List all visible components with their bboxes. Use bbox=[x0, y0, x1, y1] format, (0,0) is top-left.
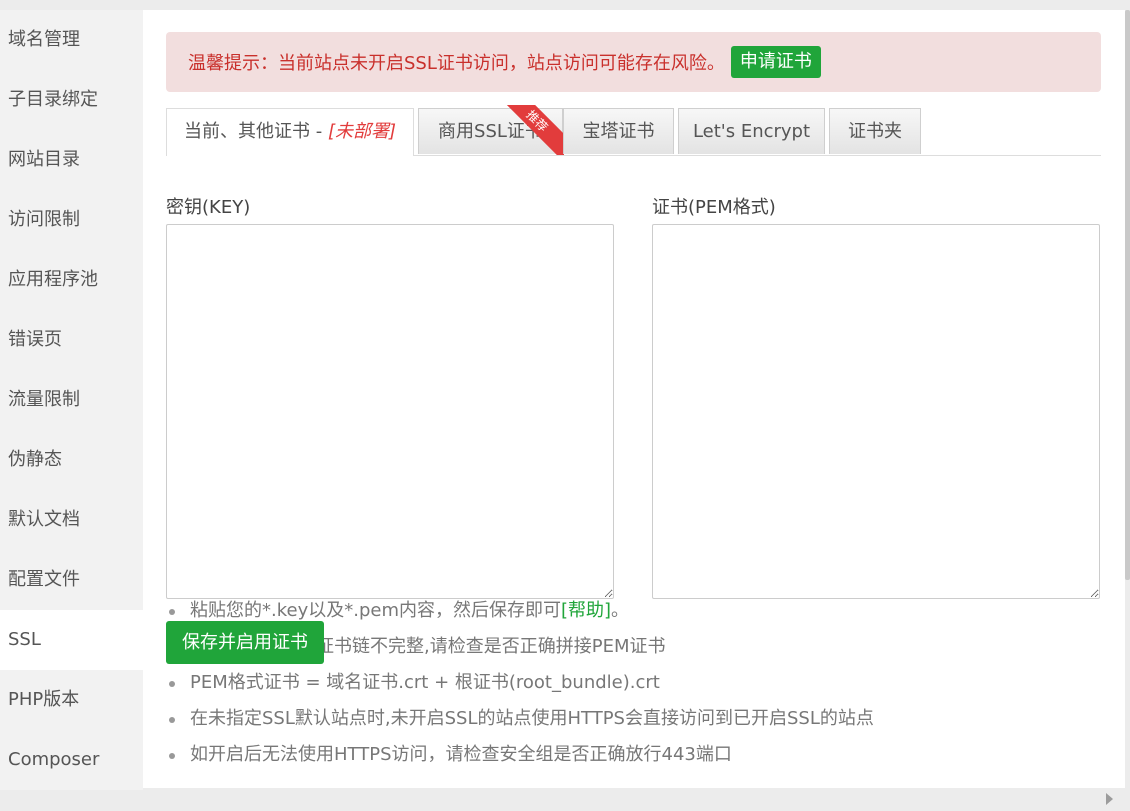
vertical-scrollbar[interactable] bbox=[1125, 10, 1130, 580]
tab-baota-certificate[interactable]: 宝塔证书 bbox=[563, 108, 674, 154]
tip-paste-end: 。 bbox=[611, 600, 630, 621]
ssl-tabs: 当前、其他证书 - [未部署] 商用SSL证书 推荐 宝塔证书 Let's En… bbox=[166, 105, 1101, 156]
tab-lets-encrypt[interactable]: Let's Encrypt bbox=[678, 108, 825, 154]
ssl-tips-list: 粘贴您的*.key以及*.pem内容，然后保存即可[帮助]。 如果浏览器提示证书… bbox=[166, 593, 874, 773]
list-item: 在未指定SSL默认站点时,未开启SSL的站点使用HTTPS会直接访问到已开启SS… bbox=[166, 701, 874, 737]
tab-current-certificate-label: 当前、其他证书 - bbox=[184, 121, 328, 142]
tab-certificate-folder[interactable]: 证书夹 bbox=[829, 108, 921, 154]
sidebar-item-php-version[interactable]: PHP版本 bbox=[0, 670, 143, 730]
help-link[interactable]: [帮助] bbox=[561, 600, 611, 621]
sidebar-item-traffic-limit[interactable]: 流量限制 bbox=[0, 370, 143, 430]
sidebar-item-config-file[interactable]: 配置文件 bbox=[0, 550, 143, 610]
sidebar-item-ssl[interactable]: SSL bbox=[0, 610, 143, 670]
sidebar-item-subdir-binding[interactable]: 子目录绑定 bbox=[0, 70, 143, 130]
cert-label: 证书(PEM格式) bbox=[652, 197, 776, 218]
not-deployed-status: [未部署] bbox=[327, 121, 396, 142]
tab-commercial-ssl[interactable]: 商用SSL证书 推荐 bbox=[418, 105, 564, 155]
cert-textarea[interactable] bbox=[652, 224, 1100, 599]
key-label: 密钥(KEY) bbox=[166, 197, 251, 218]
sidebar-item-access-limit[interactable]: 访问限制 bbox=[0, 190, 143, 250]
tab-commercial-ssl-label: 商用SSL证书 bbox=[438, 121, 543, 142]
sidebar-item-app-pool[interactable]: 应用程序池 bbox=[0, 250, 143, 310]
ssl-panel: 温馨提示：当前站点未开启SSL证书访问，站点访问可能存在风险。 申请证书 当前、… bbox=[143, 10, 1125, 788]
key-textarea[interactable] bbox=[166, 224, 614, 599]
sidebar-item-rewrite[interactable]: 伪静态 bbox=[0, 430, 143, 490]
alert-message: 温馨提示：当前站点未开启SSL证书访问，站点访问可能存在风险。 bbox=[188, 53, 725, 74]
tab-current-certificate[interactable]: 当前、其他证书 - [未部署] bbox=[166, 108, 414, 156]
sidebar-item-site-directory[interactable]: 网站目录 bbox=[0, 130, 143, 190]
scroll-right-arrow-icon[interactable] bbox=[1106, 793, 1113, 805]
sidebar-item-composer[interactable]: Composer bbox=[0, 730, 143, 790]
save-and-enable-button[interactable]: 保存并启用证书 bbox=[166, 621, 324, 664]
list-item: 如开启后无法使用HTTPS访问，请检查安全组是否正确放行443端口 bbox=[166, 737, 874, 773]
sidebar-item-domain[interactable]: 域名管理 bbox=[0, 10, 143, 70]
sidebar-item-error-page[interactable]: 错误页 bbox=[0, 310, 143, 370]
tip-paste-text: 粘贴您的*.key以及*.pem内容，然后保存即可 bbox=[190, 600, 561, 621]
list-item: PEM格式证书 = 域名证书.crt + 根证书(root_bundle).cr… bbox=[166, 665, 874, 701]
settings-sidebar: 域名管理 子目录绑定 网站目录 访问限制 应用程序池 错误页 流量限制 伪静态 … bbox=[0, 10, 143, 790]
sidebar-item-default-document[interactable]: 默认文档 bbox=[0, 490, 143, 550]
ssl-warning-alert: 温馨提示：当前站点未开启SSL证书访问，站点访问可能存在风险。 申请证书 bbox=[166, 32, 1101, 92]
apply-certificate-button[interactable]: 申请证书 bbox=[730, 46, 821, 78]
